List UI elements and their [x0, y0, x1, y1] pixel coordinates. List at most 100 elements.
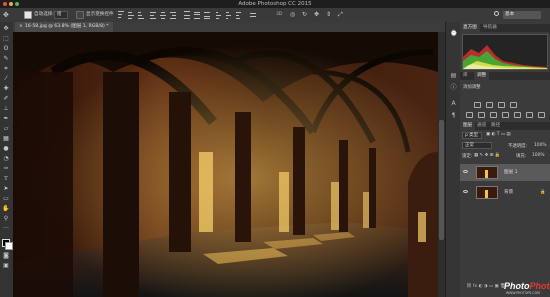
align-hcenter-icon[interactable] — [160, 11, 166, 19]
more-tools-icon[interactable]: ··· — [2, 225, 10, 233]
3d-mode-label: 3D — [276, 12, 283, 17]
layer-row-2[interactable]: 背景 🔒 — [460, 184, 550, 201]
rectangle-tool-icon[interactable]: ▭ — [2, 195, 10, 203]
eyedropper-tool-icon[interactable]: ⁄ — [2, 75, 10, 83]
pen-tool-icon[interactable]: ✑ — [2, 165, 10, 173]
tab-histogram[interactable]: 直方图 — [460, 24, 480, 32]
lasso-tool-icon[interactable]: ʘ — [2, 45, 10, 53]
move-tool-icon[interactable]: ✥ — [3, 10, 9, 20]
layers-tabs: 图层 通道 路径 — [460, 122, 550, 130]
3d-drag-icon[interactable]: ✥ — [314, 10, 319, 20]
channel-mixer-icon[interactable] — [526, 112, 533, 118]
hand-tool-icon[interactable]: ✋ — [2, 205, 10, 213]
tab-paths[interactable]: 路径 — [488, 122, 503, 130]
color-lookup-icon[interactable] — [538, 112, 545, 118]
blur-tool-icon[interactable]: ● — [2, 145, 10, 153]
layer-name: 背景 — [504, 190, 514, 195]
tab-channels[interactable]: 通道 — [474, 122, 489, 130]
curves-icon[interactable] — [498, 102, 505, 108]
3d-scale-icon[interactable]: ⤢ — [338, 10, 343, 20]
opacity-value[interactable]: 100% — [534, 143, 547, 148]
history-panel-icon[interactable]: ⌚ — [450, 30, 457, 37]
paragraph-panel-icon[interactable]: ¶ — [450, 112, 457, 119]
auto-select-label: 自动选择: — [34, 12, 54, 17]
black-white-icon[interactable] — [502, 112, 509, 118]
move-tool-icon[interactable]: ✥ — [2, 25, 10, 33]
fill-value[interactable]: 100% — [532, 153, 545, 158]
marquee-tool-icon[interactable]: ⬚ — [2, 35, 10, 43]
eraser-tool-icon[interactable]: ▱ — [2, 125, 10, 133]
photo-filter-icon[interactable] — [514, 112, 521, 118]
auto-align-icon[interactable] — [250, 11, 256, 19]
canvas-scroll-thumb[interactable] — [439, 120, 444, 240]
background-color-swatch[interactable] — [5, 242, 13, 250]
distribute-hcenter-icon[interactable] — [226, 11, 232, 19]
distribute-bottom-icon[interactable] — [204, 11, 210, 19]
visibility-eye-icon[interactable] — [463, 190, 468, 193]
adjustment-tabs: 库 调整 — [460, 72, 550, 80]
info-panel-icon[interactable]: ⓘ — [450, 84, 457, 91]
3d-slide-icon[interactable]: ⇕ — [326, 10, 331, 20]
document-tab[interactable]: × 16-58.jpg @ 63.8% (图层 1, RGB/8) * — [15, 22, 113, 32]
3d-orbit-icon[interactable]: ◎ — [290, 10, 295, 20]
fill-label: 填充: — [516, 154, 527, 159]
tab-libraries[interactable]: 库 — [460, 72, 471, 80]
healing-brush-icon[interactable]: ✚ — [2, 85, 10, 93]
layers-footer-icons[interactable]: ⛓ fx ◐ ◑ ▭ ▣ 🗑 — [466, 284, 506, 289]
filter-icons[interactable]: ▣ ◐ T ▭ ▤ — [486, 132, 511, 137]
brush-tool-icon[interactable]: ✐ — [2, 95, 10, 103]
distribute-left-icon[interactable] — [216, 11, 222, 19]
crop-tool-icon[interactable]: ⌗ — [2, 65, 10, 73]
brightness-contrast-icon[interactable] — [474, 102, 481, 108]
distribute-right-icon[interactable] — [236, 11, 242, 19]
align-left-icon[interactable] — [150, 11, 156, 19]
align-right-icon[interactable] — [170, 11, 176, 19]
lock-icons[interactable]: ▦ ✎ ✥ ⊞ 🔒 — [474, 153, 500, 158]
zoom-tool-icon[interactable]: ⚲ — [2, 215, 10, 223]
align-top-icon[interactable] — [118, 11, 124, 19]
show-transform-checkbox[interactable] — [76, 11, 84, 19]
vibrance-icon[interactable] — [466, 112, 473, 118]
tab-navigator[interactable]: 导航器 — [480, 24, 500, 32]
workspace-select[interactable]: 基本 — [503, 11, 541, 19]
canvas-area[interactable] — [13, 32, 438, 297]
search-icon[interactable] — [494, 11, 499, 16]
color-balance-icon[interactable] — [490, 112, 497, 118]
right-panels: 直方图 导航器 库 调整 添加调整 图层 通道 路径 ρ 类型 ▣ ◐ T ▭ … — [460, 22, 550, 297]
clone-stamp-icon[interactable]: ⊥ — [2, 105, 10, 113]
hue-saturation-icon[interactable] — [478, 112, 485, 118]
exposure-icon[interactable] — [510, 102, 517, 108]
histogram-tabs: 直方图 导航器 — [460, 24, 550, 32]
quick-mask-icon[interactable]: ◙ — [2, 252, 10, 260]
histogram-graph — [463, 45, 547, 69]
tab-layers[interactable]: 图层 — [460, 122, 476, 130]
dodge-tool-icon[interactable]: ◔ — [2, 155, 10, 163]
distribute-top-icon[interactable] — [184, 11, 190, 19]
properties-panel-icon[interactable]: ▤ — [450, 72, 457, 79]
document-tab-label: 16-58.jpg @ 63.8% (图层 1, RGB/8) * — [24, 24, 109, 29]
document-image — [13, 32, 438, 297]
visibility-eye-icon[interactable] — [463, 170, 468, 173]
close-tab-icon[interactable]: × — [19, 24, 23, 29]
type-tool-icon[interactable]: T — [2, 175, 10, 183]
layer-kind-filter[interactable]: ρ 类型 — [462, 132, 482, 139]
levels-icon[interactable] — [486, 102, 493, 108]
quick-select-tool-icon[interactable]: ✎ — [2, 55, 10, 63]
history-brush-icon[interactable]: ✒ — [2, 115, 10, 123]
opacity-label: 不透明度: — [508, 144, 528, 149]
auto-select-dropdown[interactable]: 组 — [54, 11, 68, 19]
tab-adjustments[interactable]: 调整 — [474, 72, 490, 80]
align-bottom-icon[interactable] — [138, 11, 144, 19]
3d-roll-icon[interactable]: ↻ — [302, 10, 307, 20]
character-panel-icon[interactable]: A — [450, 100, 457, 107]
layer-thumbnail — [476, 166, 498, 179]
screen-mode-icon[interactable]: ▣ — [2, 262, 10, 270]
window-title: Adobe Photoshop CC 2015 — [238, 1, 312, 7]
layer-row-1[interactable]: 图层 1 — [460, 164, 550, 181]
distribute-vcenter-icon[interactable] — [194, 11, 200, 19]
align-vcenter-icon[interactable] — [128, 11, 134, 19]
blend-mode-select[interactable]: 正常 — [462, 142, 492, 149]
gradient-tool-icon[interactable]: ▦ — [2, 135, 10, 143]
path-select-icon[interactable]: ➤ — [2, 185, 10, 193]
auto-select-checkbox[interactable] — [24, 11, 32, 19]
